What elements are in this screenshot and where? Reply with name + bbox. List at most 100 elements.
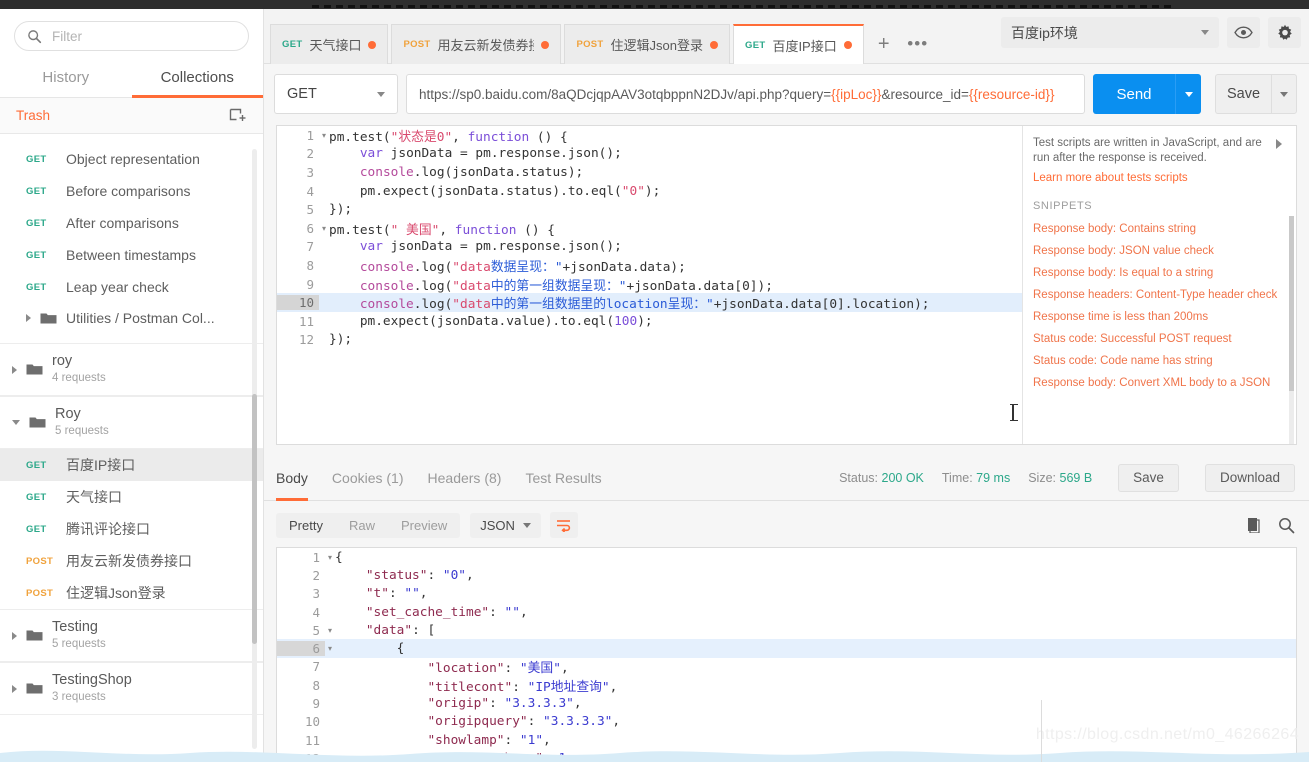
snippets-list: Response body: Contains string Response b… [1033, 218, 1282, 394]
search-icon[interactable] [1278, 517, 1295, 534]
settings-button[interactable] [1268, 17, 1301, 48]
snippet-item[interactable]: Status code: Code name has string [1033, 350, 1282, 372]
url-bar: GET https://sp0.baidu.com/8aQDcjqpAAV3ot… [264, 64, 1309, 125]
sidebar-item-baidu-ip[interactable]: GET 百度IP接口 [0, 449, 263, 481]
request-name: After comparisons [66, 215, 179, 231]
url-input[interactable]: https://sp0.baidu.com/8aQDcjqpAAV3otqbpp… [406, 74, 1085, 114]
request-name: 腾讯评论接口 [66, 521, 150, 537]
sidebar-scrollbar-thumb[interactable] [252, 394, 257, 644]
sidebar-item-tencent[interactable]: GET 腾讯评论接口 [0, 513, 263, 545]
method-badge: POST [576, 39, 604, 50]
chevron-down-icon [1184, 91, 1193, 97]
fold-toggle-icon[interactable]: ▾ [325, 626, 335, 635]
save-options-button[interactable] [1271, 74, 1297, 114]
snippet-item[interactable]: Response headers: Content-Type header ch… [1033, 284, 1282, 306]
tab-options-button[interactable]: ••• [901, 24, 935, 64]
snippet-item[interactable]: Status code: Successful POST request [1033, 328, 1282, 350]
fold-toggle-icon[interactable]: ▾ [319, 224, 329, 233]
snippet-item[interactable]: Response time is less than 200ms [1033, 306, 1282, 328]
save-button[interactable]: Save [1215, 74, 1271, 114]
sidebar-scrollbar[interactable] [252, 149, 257, 749]
status-meta: Status: 200 OK [839, 471, 924, 485]
url-variable-resource-id: {{resource-id}} [968, 86, 1055, 102]
tab-headers[interactable]: Headers (8) [428, 455, 502, 501]
json-text: "origip": "3.3.3.3", [427, 696, 582, 712]
sidebar-item-json-login[interactable]: POST 住逻辑Json登录 [0, 577, 263, 609]
response-tools [1247, 517, 1295, 534]
chevron-down-icon[interactable] [12, 420, 20, 425]
format-preview[interactable]: Preview [388, 513, 460, 538]
word-wrap-button[interactable] [549, 512, 578, 538]
word-wrap-icon [557, 519, 571, 532]
list-item[interactable]: GET Object representation [0, 143, 263, 175]
environment-quick-look-button[interactable] [1227, 17, 1260, 48]
chevron-down-icon [522, 522, 531, 528]
request-tab-yonyou[interactable]: POST 用友云新发债券接 [391, 24, 562, 64]
tab-cookies[interactable]: Cookies (1) [332, 455, 404, 501]
snippets-panel: Test scripts are written in JavaScript, … [1022, 126, 1296, 444]
trash-row[interactable]: Trash [0, 98, 263, 134]
search-box[interactable] [14, 21, 249, 51]
snippet-item[interactable]: Response body: Is equal to a string [1033, 262, 1282, 284]
new-tab-button[interactable]: + [867, 24, 901, 64]
learn-more-link[interactable]: Learn more about tests scripts [1033, 172, 1282, 184]
new-collection-icon[interactable] [229, 107, 247, 123]
chevron-right-icon[interactable] [12, 365, 17, 374]
filter-area [0, 9, 263, 51]
environment-name: 百度ip环境 [1011, 24, 1078, 41]
line-number: 1 [306, 127, 314, 143]
json-text: "titlecont": "IP地址查询", [427, 679, 618, 695]
tab-collections[interactable]: Collections [131, 61, 264, 98]
tab-body[interactable]: Body [276, 455, 308, 501]
chevron-right-icon[interactable] [26, 314, 31, 322]
line-number: 7 [306, 239, 314, 255]
fold-toggle-icon[interactable]: ▾ [325, 644, 335, 653]
request-tab-baidu-ip[interactable]: GET 百度IP接口 [733, 24, 864, 64]
send-button[interactable]: Send [1093, 74, 1175, 114]
sidebar-folder-utilities[interactable]: Utilities / Postman Col... [0, 303, 263, 335]
copy-icon[interactable] [1247, 517, 1262, 533]
snippet-item[interactable]: Response body: JSON value check [1033, 240, 1282, 262]
sidebar-folder-testing[interactable]: Testing 5 requests [0, 609, 263, 662]
snippets-scrollbar[interactable] [1289, 216, 1294, 444]
chevron-down-icon [377, 91, 385, 97]
send-options-button[interactable] [1175, 74, 1201, 114]
tab-test-results[interactable]: Test Results [525, 455, 601, 501]
tests-code-editor[interactable]: 1 ▾ pm.test("状态是0", function () {2 var jso… [277, 126, 1022, 444]
chevron-right-icon[interactable] [12, 684, 17, 693]
collapse-snippets-icon[interactable] [1276, 139, 1282, 149]
list-item[interactable]: GET Leap year check [0, 271, 263, 303]
response-download-button[interactable]: Download [1204, 463, 1295, 492]
request-tab-weather[interactable]: GET 天气接口 [270, 24, 389, 64]
language-selector[interactable]: JSON [470, 512, 541, 538]
search-input[interactable] [52, 28, 236, 44]
list-item[interactable]: GET Between timestamps [0, 239, 263, 271]
list-item[interactable]: GET Before comparisons [0, 175, 263, 207]
snippet-item[interactable]: Response body: Contains string [1033, 218, 1282, 240]
environment-selector[interactable]: 百度ip环境 [1001, 17, 1219, 48]
folder-request-count: 4 requests [52, 372, 106, 384]
chevron-right-icon[interactable] [12, 631, 17, 640]
request-tab-json-login[interactable]: POST 住逻辑Json登录 [564, 24, 730, 64]
sidebar-folder-roy[interactable]: Roy 5 requests [0, 396, 263, 449]
sidebar-folder-testingshop[interactable]: TestingShop 3 requests [0, 662, 263, 715]
list-item[interactable]: GET After comparisons [0, 207, 263, 239]
response-save-button[interactable]: Save [1118, 463, 1179, 492]
format-raw[interactable]: Raw [336, 513, 388, 538]
fold-toggle-icon[interactable]: ▾ [319, 131, 329, 140]
fold-toggle-icon[interactable]: ▾ [325, 553, 335, 562]
collections-tree: GET Object representation GET Before com… [0, 143, 263, 762]
http-method-selector[interactable]: GET [274, 74, 398, 114]
code-text: pm.expect(jsonData.status).to.eql("0"); [329, 183, 661, 199]
snippets-scrollbar-thumb[interactable] [1289, 216, 1294, 391]
sidebar-item-yonyou[interactable]: POST 用友云新发债券接口 [0, 545, 263, 577]
sidebar-folder-roy-lower[interactable]: roy 4 requests [0, 343, 263, 396]
format-pretty[interactable]: Pretty [276, 513, 336, 538]
sidebar-item-weather[interactable]: GET 天气接口 [0, 481, 263, 513]
trash-label[interactable]: Trash [16, 108, 50, 123]
code-line: 7 var jsonData = pm.response.json(); [277, 238, 1022, 257]
status-label: Status: [839, 470, 879, 485]
snippet-item[interactable]: Response body: Convert XML body to a JSO… [1033, 372, 1282, 394]
json-text: "location": "美国", [427, 661, 569, 677]
tab-history[interactable]: History [0, 61, 132, 97]
